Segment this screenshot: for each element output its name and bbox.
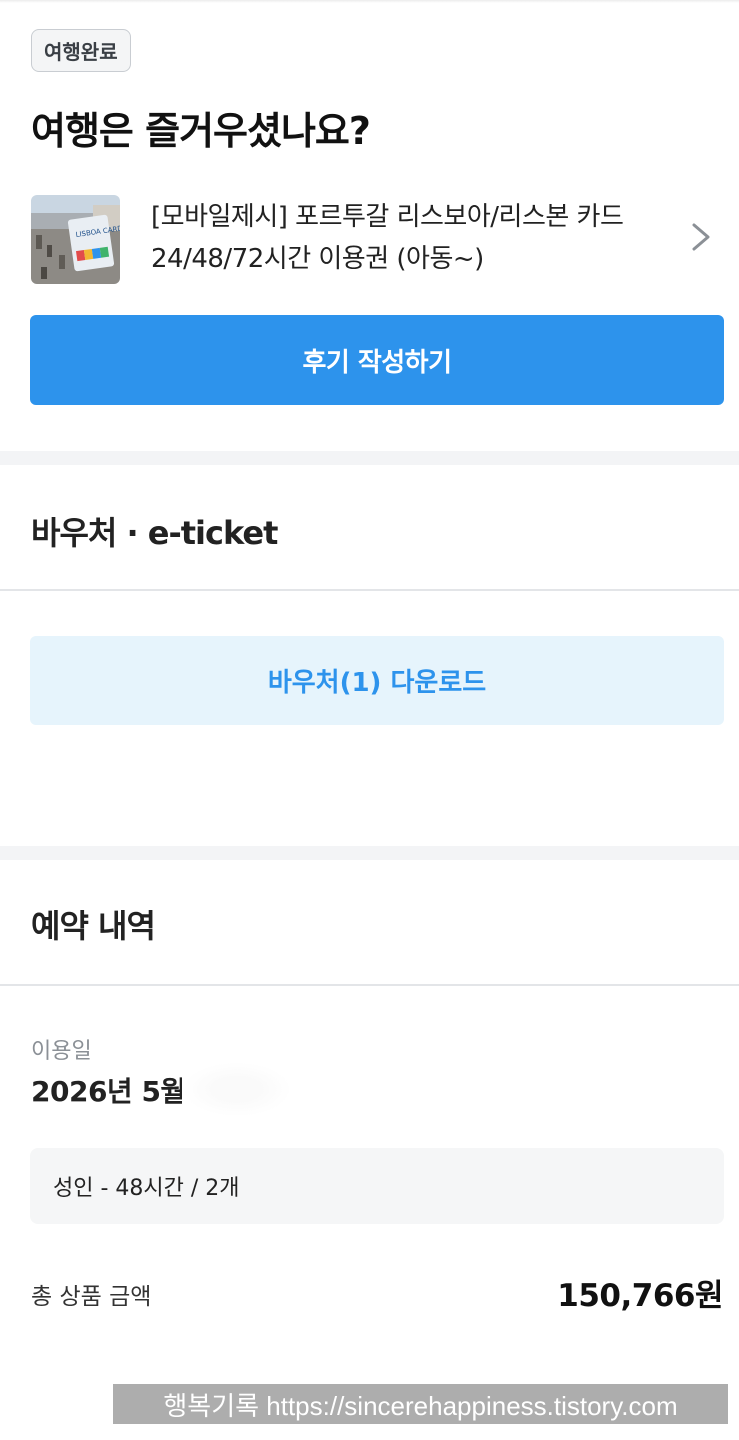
top-edge bbox=[0, 0, 739, 3]
usage-date-value: 2026년 5월 bbox=[31, 1075, 186, 1108]
product-thumbnail-image: LISBOA CARD bbox=[31, 195, 120, 284]
write-review-button[interactable]: 후기 작성하기 bbox=[30, 315, 724, 405]
voucher-download-button[interactable]: 바우처(1) 다운로드 bbox=[30, 636, 724, 725]
status-badge: 여행완료 bbox=[31, 29, 131, 72]
reservation-section-title: 예약 내역 bbox=[31, 907, 156, 945]
product-thumbnail: LISBOA CARD bbox=[31, 195, 120, 284]
product-link[interactable]: LISBOA CARD [모바일제시] 포르투갈 리스보아/리스본 카드 24/… bbox=[31, 188, 721, 288]
booking-option-box: 성인 - 48시간 / 2개 bbox=[30, 1148, 724, 1224]
usage-date-label: 이용일 bbox=[31, 1039, 92, 1064]
booking-option-text: 성인 - 48시간 / 2개 bbox=[53, 1176, 240, 1201]
section-separator bbox=[0, 846, 739, 860]
redaction-blur bbox=[182, 1062, 292, 1117]
watermark: 행복기록 https://sincerehappiness.tistory.co… bbox=[113, 1384, 728, 1424]
section-separator bbox=[0, 451, 739, 465]
chevron-right-icon bbox=[692, 223, 710, 251]
voucher-section-title: 바우처 · e-ticket bbox=[31, 514, 278, 552]
divider bbox=[0, 589, 739, 591]
page-title: 여행은 즐거우셨나요? bbox=[31, 109, 371, 153]
total-amount-value: 150,766원 bbox=[557, 1278, 723, 1314]
product-title: [모바일제시] 포르투갈 리스보아/리스본 카드 24/48/72시간 이용권 … bbox=[151, 202, 624, 274]
divider bbox=[0, 984, 739, 986]
total-amount-label: 총 상품 금액 bbox=[31, 1284, 152, 1310]
